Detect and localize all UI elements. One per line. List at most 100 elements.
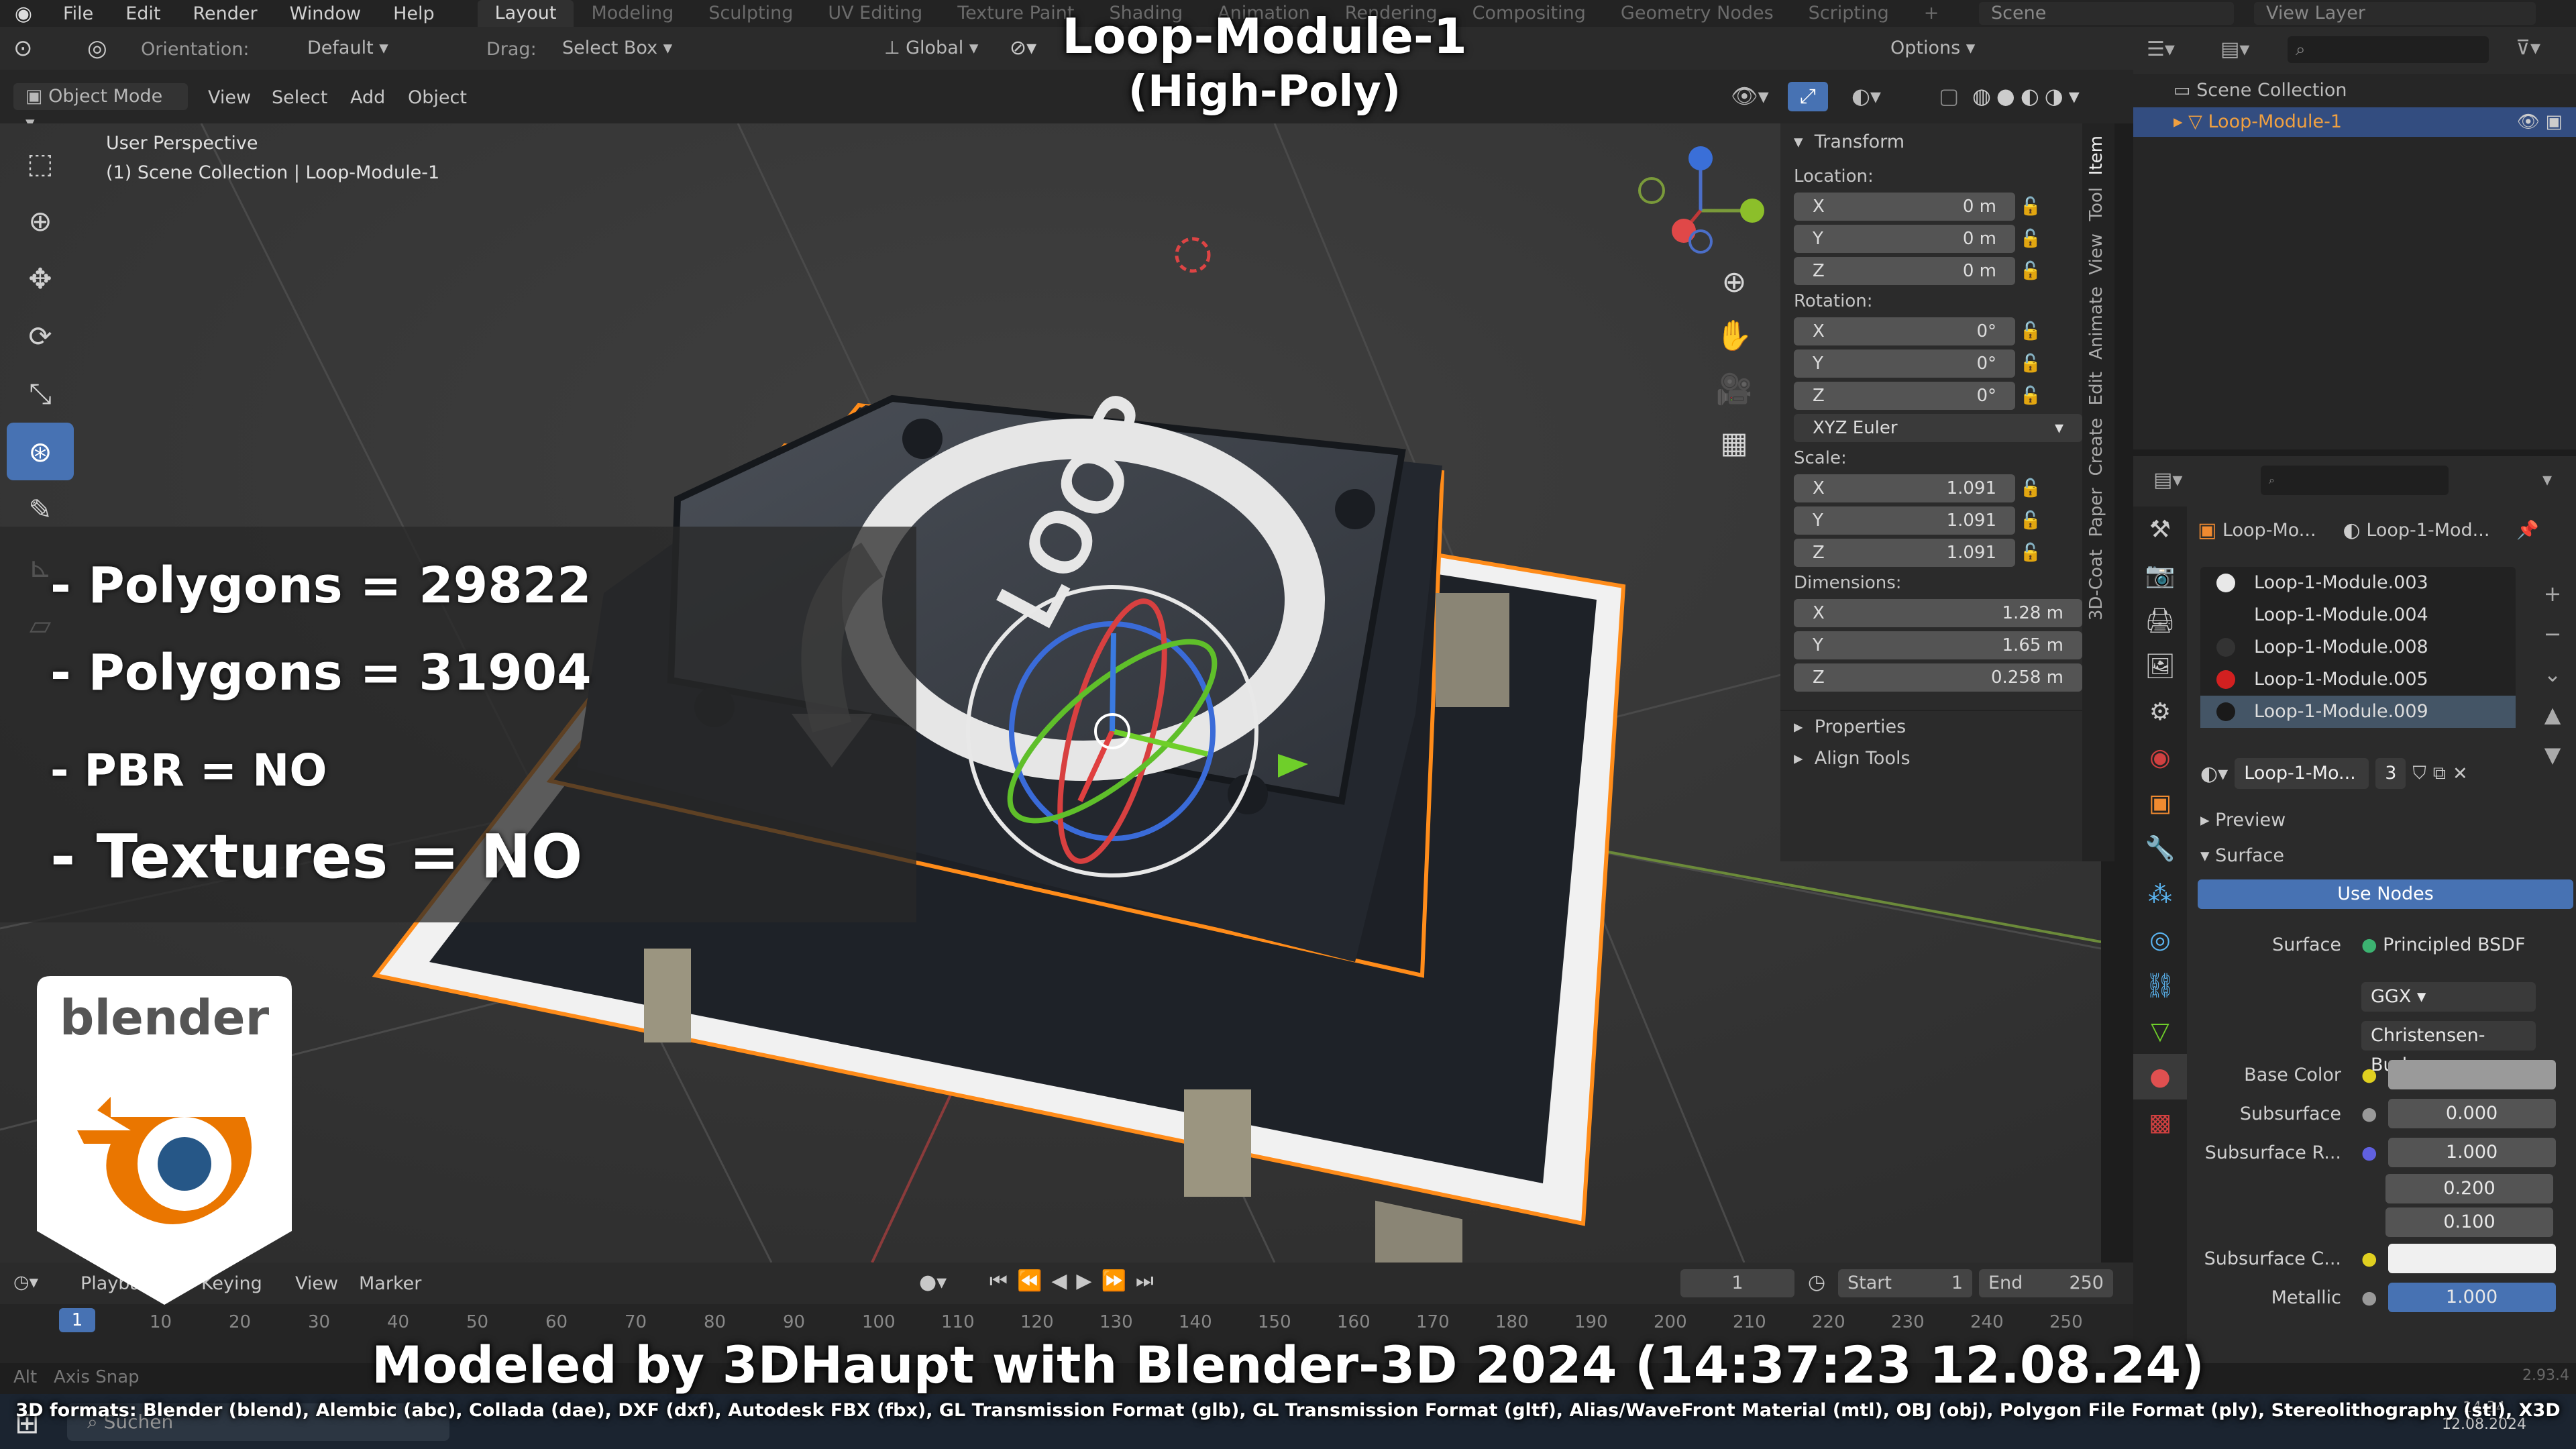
mode-dropdown[interactable]: ▣ Object Mode ▾	[13, 83, 188, 133]
tab-view[interactable]: View	[2086, 233, 2106, 275]
active-tool-icon[interactable]: ◎	[87, 35, 107, 62]
menu-help[interactable]: Help	[377, 3, 451, 24]
playhead[interactable]: 1	[59, 1308, 95, 1332]
align-tools-section-header[interactable]: ▸ Align Tools	[1780, 742, 2082, 774]
lock-icon[interactable]: 🔓	[2015, 543, 2046, 563]
remove-slot-icon[interactable]: −	[2536, 614, 2569, 654]
filter-icon[interactable]: ⊽▾	[2516, 36, 2540, 60]
visibility-icon[interactable]: 👁▾	[1731, 83, 1769, 109]
tab-sculpting[interactable]: Sculpting	[691, 0, 810, 27]
close-icon[interactable]: ✕	[2453, 763, 2468, 784]
browse-material-icon[interactable]: ◐▾	[2200, 762, 2228, 786]
lock-icon[interactable]: 🔓	[2015, 197, 2046, 217]
tab-modeling[interactable]: Modeling	[574, 0, 691, 27]
tab-item[interactable]: Item	[2086, 136, 2106, 175]
location-z-field[interactable]: Z 0 m	[1794, 257, 2015, 285]
lock-icon[interactable]: 🔓	[2015, 229, 2046, 249]
material-slot[interactable]: Loop-1-Module.005	[2200, 663, 2516, 696]
dimension-z-field[interactable]: Z 0.258 m	[1794, 663, 2082, 692]
clock-icon[interactable]: ◷	[1808, 1271, 1825, 1294]
lock-icon[interactable]: 🔓	[2015, 511, 2046, 531]
rotation-y-field[interactable]: Y 0°	[1794, 350, 2015, 378]
add-workspace-icon[interactable]: +	[1907, 0, 1957, 27]
current-frame-field[interactable]: 1	[1680, 1269, 1794, 1297]
properties-editor-icon[interactable]: ▤▾	[2153, 468, 2182, 492]
particles-props-icon[interactable]: ⁂	[2133, 871, 2187, 917]
material-name-field[interactable]: Loop-1-Mo...	[2235, 758, 2369, 789]
menu-render[interactable]: Render	[176, 3, 273, 24]
data-props-icon[interactable]: ▽	[2133, 1008, 2187, 1054]
material-slot[interactable]: Loop-1-Module.003	[2200, 567, 2516, 599]
rotation-mode-dropdown[interactable]: XYZ Euler ▾	[1794, 414, 2082, 442]
preview-section-header[interactable]: ▸ Preview	[2200, 802, 2576, 839]
base-color-swatch[interactable]	[2387, 1060, 2556, 1089]
view-menu[interactable]: View	[295, 1273, 338, 1294]
metallic-field[interactable]: 1.000	[2387, 1283, 2556, 1312]
move-up-icon[interactable]: ▲	[2536, 694, 2569, 735]
chevron-down-icon[interactable]: ▾	[2542, 468, 2552, 490]
menu-object[interactable]: Object	[408, 87, 467, 108]
shading-mode-icons[interactable]: ◍●◐◑▾	[1972, 83, 2085, 109]
menu-select[interactable]: Select	[272, 87, 327, 108]
select-box-icon[interactable]: ⬚	[7, 134, 74, 192]
orientation-dropdown[interactable]: Default ▾	[295, 35, 456, 62]
editor-type-icon[interactable]: ◷▾	[13, 1272, 38, 1293]
material-slot-selected[interactable]: Loop-1-Module.009	[2200, 696, 2516, 728]
scene-props-icon[interactable]: ⚙	[2133, 689, 2187, 735]
fake-user-icon[interactable]: ⛉	[2412, 763, 2426, 784]
tab-create[interactable]: Create	[2086, 418, 2106, 476]
scale-tool-icon[interactable]: ⤡	[7, 365, 74, 423]
location-x-field[interactable]: X 0 m	[1794, 193, 2015, 221]
record-icon[interactable]: ●▾	[919, 1271, 947, 1294]
subsurface-field[interactable]: 0.000	[2387, 1099, 2556, 1128]
material-slot[interactable]: Loop-1-Module.008	[2200, 631, 2516, 663]
surface-section-header[interactable]: ▾ Surface	[2200, 839, 2576, 873]
scale-z-field[interactable]: Z 1.091	[1794, 539, 2015, 567]
drag-dropdown[interactable]: Select Box ▾	[550, 35, 704, 62]
menu-edit[interactable]: Edit	[109, 3, 176, 24]
gizmo-toggle-icon[interactable]: ⤢	[1788, 82, 1828, 111]
world-props-icon[interactable]: ◉	[2133, 735, 2187, 780]
subsurface-radius-x[interactable]: 1.000	[2387, 1138, 2556, 1167]
overlays-icon[interactable]: ◐▾	[1851, 83, 1881, 109]
modifier-props-icon[interactable]: 🔧	[2133, 826, 2187, 871]
material-slot[interactable]: Loop-1-Module.004	[2200, 599, 2516, 631]
slot-menu-icon[interactable]: ⌄	[2536, 654, 2569, 694]
physics-props-icon[interactable]: ◎	[2133, 917, 2187, 963]
tool-icon[interactable]: ⊙	[13, 35, 33, 62]
blender-logo-icon[interactable]: ◉	[0, 2, 47, 25]
visibility-eye-icon[interactable]: 👁 ▣	[2517, 107, 2563, 137]
tab-3d-coat[interactable]: 3D-Coat	[2086, 549, 2106, 621]
menu-file[interactable]: File	[47, 3, 109, 24]
pan-hand-icon[interactable]: ✋	[1704, 309, 1764, 362]
editor-type-icon[interactable]: ☰▾	[2147, 38, 2175, 61]
dimension-y-field[interactable]: Y 1.65 m	[1794, 631, 2082, 659]
material-props-icon[interactable]: ●	[2133, 1054, 2187, 1099]
tool-props-icon[interactable]: ⚒	[2133, 506, 2187, 552]
object-props-icon[interactable]: ▣	[2133, 780, 2187, 826]
properties-section-header[interactable]: ▸ Properties	[1780, 710, 2082, 742]
marker-menu[interactable]: Marker	[359, 1273, 421, 1294]
tab-layout[interactable]: Layout	[477, 0, 574, 27]
transform-section-header[interactable]: ▾ Transform	[1780, 123, 2082, 160]
start-frame-field[interactable]: Start 1	[1838, 1269, 1972, 1297]
add-slot-icon[interactable]: +	[2536, 574, 2569, 614]
tab-animate[interactable]: Animate	[2086, 286, 2106, 360]
rotation-z-field[interactable]: Z 0°	[1794, 382, 2015, 410]
rotate-tool-icon[interactable]: ⟳	[7, 307, 74, 365]
lock-icon[interactable]: 🔓	[2015, 478, 2046, 498]
texture-props-icon[interactable]: ▩	[2133, 1099, 2187, 1145]
subsurface-color-swatch[interactable]	[2387, 1244, 2556, 1273]
transform-tool-icon[interactable]: ⊛	[7, 423, 74, 480]
render-props-icon[interactable]: 📷	[2133, 552, 2187, 598]
constraints-props-icon[interactable]: ⛓	[2133, 963, 2187, 1008]
lock-icon[interactable]: 🔓	[2015, 354, 2046, 374]
surface-shader-field[interactable]: ● Principled BSDF	[2361, 934, 2526, 955]
scale-x-field[interactable]: X 1.091	[1794, 474, 2015, 502]
tab-scripting[interactable]: Scripting	[1791, 0, 1907, 27]
outliner-root[interactable]: ▭ Scene Collection	[2133, 74, 2576, 107]
output-props-icon[interactable]: 🖨	[2133, 598, 2187, 643]
subsurface-radius-y[interactable]: 0.200	[2385, 1174, 2553, 1203]
location-y-field[interactable]: Y 0 m	[1794, 225, 2015, 253]
view-layer-selector[interactable]: View Layer	[2254, 2, 2536, 25]
